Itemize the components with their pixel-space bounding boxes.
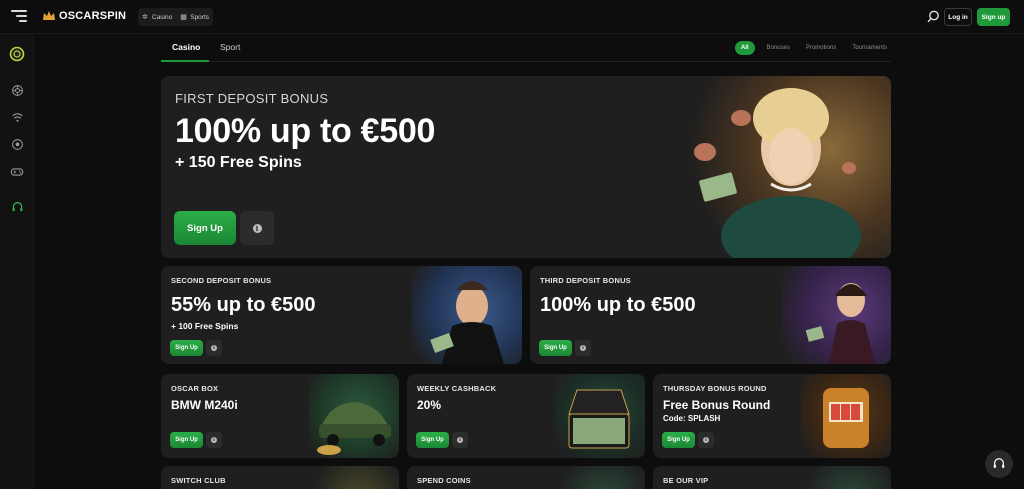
support-chat-button[interactable] <box>985 450 1013 478</box>
filter-all[interactable]: All <box>734 41 755 55</box>
spend-coins-card: SPEND COINS <box>407 466 645 489</box>
be-our-vip-card: BE OUR VIP <box>653 466 891 489</box>
spend-coins-title: SPEND COINS <box>417 476 471 485</box>
oscar-box-card: OSCAR BOX BMW M240i Sign Up i <box>161 374 399 458</box>
weekly-cashback-signup-button[interactable]: Sign Up <box>416 432 449 448</box>
thursday-bonus-card: THURSDAY BONUS ROUND Free Bonus Round Co… <box>653 374 891 458</box>
second-card-value: 55% up to €500 <box>171 294 316 316</box>
hero-signup-button[interactable]: Sign Up <box>174 211 236 245</box>
promo-tabs: Casino Sport All Bonuses Promotions Tour… <box>161 36 891 62</box>
tab-active-indicator <box>161 60 209 62</box>
info-icon: i <box>457 437 463 443</box>
oscar-box-signup-button[interactable]: Sign Up <box>170 432 203 448</box>
filter-promotions[interactable]: Promotions <box>802 43 840 53</box>
oscar-box-car-image <box>309 374 399 458</box>
top-bar: OSCARSPIN ✲ Casino ▦ Sports Log in Sign … <box>0 0 1024 34</box>
weekly-cashback-title: WEEKLY CASHBACK <box>417 384 497 393</box>
be-our-vip-title: BE OUR VIP <box>663 476 709 485</box>
nav-sports[interactable]: ▦ Sports <box>180 14 209 21</box>
second-card-sub: + 100 Free Spins <box>171 321 239 331</box>
second-deposit-card: SECOND DEPOSIT BONUS 55% up to €500 + 10… <box>161 266 522 364</box>
sidebar-casino-icon[interactable] <box>9 82 25 98</box>
second-card-man-image <box>412 266 522 364</box>
thursday-value: Free Bonus Round <box>663 398 771 412</box>
second-card-title: SECOND DEPOSIT BONUS <box>171 276 272 285</box>
hero-info-button[interactable]: i <box>240 211 274 245</box>
signup-button[interactable]: Sign up <box>977 8 1010 26</box>
weekly-cashback-value: 20% <box>417 398 442 412</box>
sidebar-games-icon[interactable] <box>9 164 25 180</box>
weekly-cashback-info-button[interactable]: i <box>452 432 468 448</box>
oscar-box-value: BMW M240i <box>171 398 238 412</box>
weekly-cashback-case-image <box>555 374 645 458</box>
thursday-info-button[interactable]: i <box>698 432 714 448</box>
menu-icon[interactable] <box>11 10 27 24</box>
switch-club-image <box>309 466 399 489</box>
headset-icon <box>993 458 1005 468</box>
sidebar-live-icon[interactable] <box>9 109 25 125</box>
sidebar-sports-icon[interactable] <box>9 136 25 152</box>
switch-club-card: SWITCH CLUB <box>161 466 399 489</box>
filter-bonuses[interactable]: Bonuses <box>763 43 794 53</box>
thursday-slot-machine-image <box>801 374 891 458</box>
first-deposit-banner: FIRST DEPOSIT BONUS 100% up to €500 + 15… <box>161 76 891 258</box>
oscar-box-title: OSCAR BOX <box>171 384 219 393</box>
switch-club-title: SWITCH CLUB <box>171 476 226 485</box>
tab-sport[interactable]: Sport <box>220 42 240 52</box>
third-card-value: 100% up to €500 <box>540 294 696 316</box>
hero-headline: 100% up to €500 <box>175 112 436 150</box>
weekly-cashback-card: WEEKLY CASHBACK 20% Sign Up i <box>407 374 645 458</box>
search-icon[interactable] <box>927 10 940 23</box>
logo[interactable]: OSCARSPIN <box>42 9 126 23</box>
third-card-info-button[interactable]: i <box>575 340 591 356</box>
third-card-title: THIRD DEPOSIT BONUS <box>540 276 631 285</box>
hero-subline: + 150 Free Spins <box>175 154 302 171</box>
thursday-signup-button[interactable]: Sign Up <box>662 432 695 448</box>
filter-chips: All Bonuses Promotions Tournaments <box>734 41 891 55</box>
spend-coins-image <box>555 466 645 489</box>
hero-woman-image <box>691 76 891 258</box>
filter-tournaments[interactable]: Tournaments <box>848 43 891 53</box>
nav-sports-label: Sports <box>190 13 210 21</box>
second-card-info-button[interactable]: i <box>206 340 222 356</box>
tab-casino[interactable]: Casino <box>172 42 200 52</box>
nav-casino-label: Casino <box>152 13 173 21</box>
top-nav: ✲ Casino ▦ Sports <box>138 8 214 26</box>
logo-text: OSCARSPIN <box>59 10 127 22</box>
sidebar-oscar-icon[interactable] <box>9 46 25 62</box>
casino-chip-icon: ✲ <box>142 13 148 21</box>
sidebar <box>0 34 34 489</box>
third-deposit-card: THIRD DEPOSIT BONUS 100% up to €500 Sign… <box>530 266 891 364</box>
third-card-woman-image <box>781 266 891 364</box>
nav-casino[interactable]: ✲ Casino <box>142 14 172 21</box>
info-icon: i <box>703 437 709 443</box>
thursday-code: Code: SPLASH <box>663 414 721 423</box>
oscar-box-info-button[interactable]: i <box>206 432 222 448</box>
thursday-title: THURSDAY BONUS ROUND <box>663 384 767 393</box>
info-icon: i <box>580 345 586 351</box>
crown-icon <box>43 11 55 20</box>
info-icon: i <box>211 345 217 351</box>
info-icon: i <box>211 437 217 443</box>
sports-grid-icon: ▦ <box>180 13 187 21</box>
login-button[interactable]: Log in <box>944 8 972 26</box>
third-card-signup-button[interactable]: Sign Up <box>539 340 572 356</box>
sidebar-support-icon[interactable] <box>9 199 25 215</box>
be-our-vip-image <box>801 466 891 489</box>
second-card-signup-button[interactable]: Sign Up <box>170 340 203 356</box>
hero-eyebrow: FIRST DEPOSIT BONUS <box>175 91 329 106</box>
info-icon: i <box>252 223 262 233</box>
